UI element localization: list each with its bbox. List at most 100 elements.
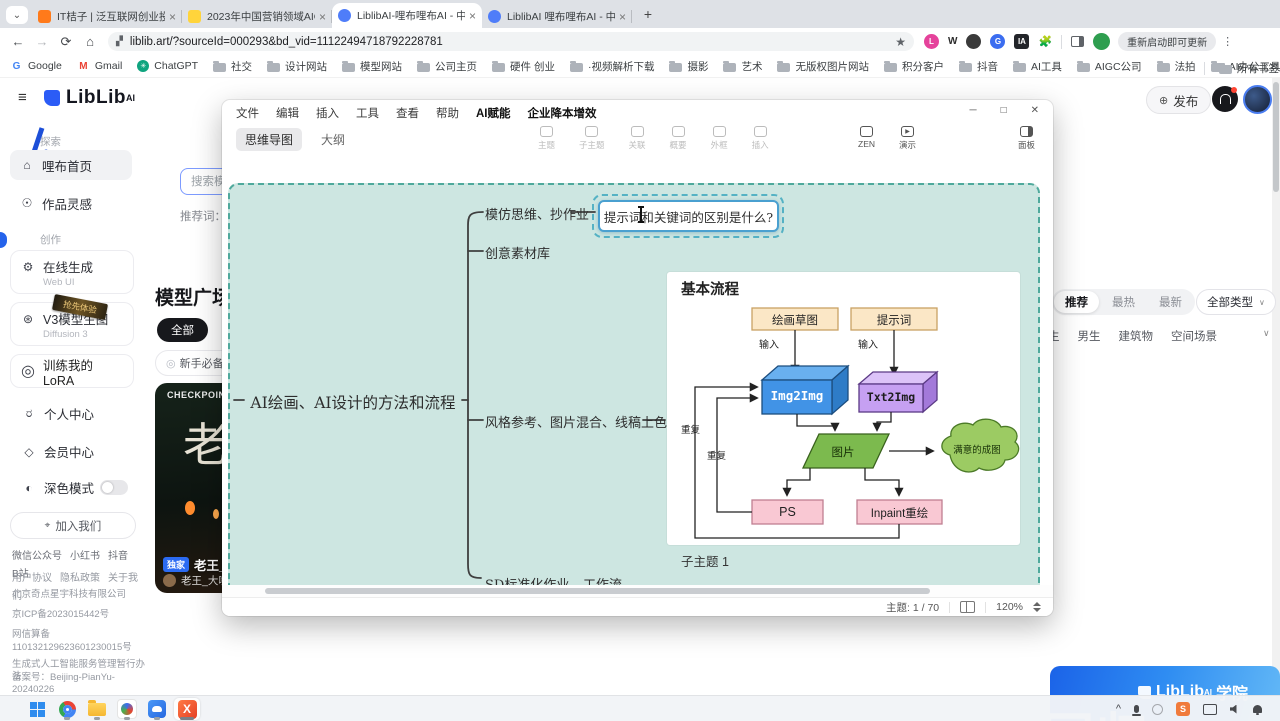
close-icon[interactable]: ✕ — [1031, 105, 1039, 116]
bookmark-item[interactable]: 社交 — [213, 59, 252, 74]
horizontal-scrollbar[interactable] — [265, 588, 930, 594]
taskbar-xmind[interactable]: X — [172, 697, 202, 721]
bookmark-item[interactable]: 硬件 创业 — [492, 59, 555, 74]
bookmark-item[interactable]: 摄影 — [669, 59, 708, 74]
taskbar-explorer[interactable] — [82, 697, 112, 721]
puzzle-extensions-icon[interactable]: 🧩 — [1038, 35, 1052, 48]
bookmark-item[interactable]: 积分客户 — [884, 59, 944, 74]
taskbar-design-app[interactable] — [112, 697, 142, 721]
browser-tab[interactable]: LiblibAI 哩布哩布AI - 中国领先 × — [482, 5, 632, 28]
extension-icon-lp[interactable]: L — [924, 34, 939, 49]
tab-close-icon[interactable]: × — [619, 10, 626, 24]
reload-icon[interactable]: ⟳ — [54, 34, 78, 50]
present-button[interactable]: ▶ 演示 — [899, 126, 916, 151]
browser-tab[interactable]: LiblibAI-哩布哩布AI - 中国领先 × — [332, 3, 482, 28]
monitor-icon[interactable] — [1203, 704, 1217, 715]
filter-chip-all[interactable]: 全部 — [157, 318, 208, 342]
bookmark-item[interactable]: 设计网站 — [267, 59, 327, 74]
page-scrollbar-thumb[interactable] — [1273, 82, 1279, 192]
legal-link[interactable]: 隐私政策 — [60, 573, 100, 584]
minimize-icon[interactable]: ─ — [969, 105, 976, 116]
extension-icon-dark[interactable] — [966, 34, 981, 49]
url-bar[interactable]: ▞ liblib.art/?sourceId=000293&bd_vid=111… — [108, 32, 914, 51]
notification-bell-icon[interactable] — [1253, 705, 1262, 713]
bookmark-item[interactable]: 艺术 — [723, 59, 762, 74]
tool-button[interactable]: 关联 — [629, 126, 646, 151]
page-scrollbar[interactable] — [1272, 78, 1280, 695]
bookmark-item[interactable]: ChatGPT — [137, 60, 198, 72]
category-chip[interactable]: 空间场景 — [1171, 328, 1217, 344]
social-link[interactable]: 微信公众号 — [12, 551, 62, 562]
bookmark-item[interactable]: 模型网站 — [342, 59, 402, 74]
join-us-button[interactable]: ⌖ 加入我们 — [10, 512, 136, 539]
sidebar-item-online-generate[interactable]: ⚙ 在线生成 Web UI — [10, 250, 134, 294]
view-tab[interactable]: 大纲 — [312, 128, 354, 151]
sort-tab[interactable]: 最新 — [1148, 291, 1193, 313]
tab-search-button[interactable]: ⌄ — [6, 6, 28, 24]
zen-mode-button[interactable]: ZEN — [858, 126, 875, 151]
overview-icon[interactable] — [960, 601, 975, 613]
side-panel-icon[interactable] — [1071, 36, 1084, 47]
tab-close-icon[interactable]: × — [469, 9, 476, 23]
tab-close-icon[interactable]: × — [319, 10, 326, 24]
bookmark-star-icon[interactable]: ★ — [895, 35, 906, 49]
speaker-icon[interactable] — [1230, 705, 1240, 714]
mindmap-canvas[interactable]: AI绘画、AI设计的方法和流程 模仿思维、抄作业 创意素材库 风格参考、图片混合… — [222, 152, 1053, 585]
site-info-icon[interactable]: ▞ — [116, 36, 122, 47]
extension-icon-w[interactable]: W — [948, 36, 957, 47]
publish-button[interactable]: ⊕ 发布 — [1146, 86, 1211, 114]
tool-button[interactable]: 概要 — [670, 126, 687, 151]
menu-item[interactable]: 编辑 — [276, 105, 299, 121]
social-link[interactable]: 小红书 — [70, 551, 100, 562]
sidebar-item-member[interactable]: ◇ 会员中心 — [22, 442, 94, 461]
menu-item[interactable]: 工具 — [356, 105, 379, 121]
browser-menu-icon[interactable]: ⋮ — [1222, 35, 1233, 48]
tool-button[interactable]: 子主题 — [579, 126, 605, 151]
legal-link[interactable]: 用户协议 — [12, 573, 52, 584]
profile-avatar[interactable] — [1093, 33, 1110, 50]
notification-bell[interactable] — [1212, 86, 1238, 112]
sidebar-item-personal[interactable]: ರ 个人中心 — [22, 404, 94, 423]
taskbar-netdisk[interactable] — [142, 697, 172, 721]
panel-button[interactable]: 面板 — [1018, 126, 1035, 151]
menu-item[interactable]: 帮助 — [436, 105, 459, 121]
bookmark-item[interactable]: 抖音 — [959, 59, 998, 74]
tool-button[interactable]: 插入 — [752, 126, 769, 151]
root-topic[interactable]: AI绘画、AI设计的方法和流程 — [242, 391, 464, 413]
card-author-row[interactable]: 老王_大嘴 — [163, 573, 229, 588]
new-tab-button[interactable]: + — [638, 4, 658, 24]
tool-button[interactable]: 外框 — [711, 126, 728, 151]
sunlogin-icon[interactable]: S — [1176, 702, 1190, 716]
user-avatar[interactable] — [1243, 85, 1272, 114]
sidebar-item-train-lora[interactable]: ◎ 训练我的LoRA — [10, 354, 134, 388]
tab-close-icon[interactable]: × — [169, 10, 176, 24]
sidebar-item-home[interactable]: ⌂ 哩布首页 — [10, 150, 132, 180]
menu-item[interactable]: 插入 — [316, 105, 339, 121]
bookmark-item[interactable]: 无版权图片网站 — [777, 59, 869, 74]
branch-topic-workflow[interactable]: 工作流 — [583, 574, 622, 585]
selected-topic-node[interactable]: 提示词和关键词的区别是什么? — [598, 200, 779, 232]
browser-tab[interactable]: 2023年中国营销领域AIGC技术 × — [182, 5, 332, 28]
bookmark-item[interactable]: AIGC公司 — [1077, 59, 1142, 74]
branch-topic-style[interactable]: 风格参考、图片混合、线稿上色 — [485, 412, 667, 431]
browser-tab[interactable]: IT桔子 | 泛互联网创业投资项目 × — [32, 5, 182, 28]
zoom-stepper[interactable] — [1033, 602, 1041, 612]
sidebar-item-inspiration[interactable]: ☉ 作品灵感 — [10, 188, 132, 218]
home-icon[interactable]: ⌂ — [78, 34, 102, 49]
menu-item[interactable]: 查看 — [396, 105, 419, 121]
bookmark-item[interactable]: ·视频解析下载 — [570, 59, 655, 74]
xmind-window[interactable]: 文件编辑插入工具查看帮助AI赋能企业降本增效 ─ □ ✕ 思维导图大纲 主题 — [222, 100, 1053, 616]
darkmode-toggle[interactable] — [100, 480, 128, 495]
bookmark-item[interactable]: AI工具 — [1013, 59, 1062, 74]
category-chip[interactable]: 建筑物 — [1119, 328, 1154, 344]
category-chip[interactable]: 男生 — [1078, 328, 1101, 344]
tool-button[interactable]: 主题 — [538, 126, 555, 151]
chips-expand-icon[interactable]: ∨ — [1263, 328, 1270, 339]
bookmark-item[interactable]: Google — [10, 60, 62, 72]
start-button[interactable] — [22, 697, 52, 721]
back-icon[interactable]: ← — [6, 34, 30, 49]
status-ring-icon[interactable] — [1152, 704, 1163, 715]
bookmark-item[interactable]: Gmail — [77, 60, 122, 72]
bookmark-item[interactable]: 公司主页 — [417, 59, 477, 74]
branch-topic-sd[interactable]: SD标准化作业 — [485, 574, 569, 585]
